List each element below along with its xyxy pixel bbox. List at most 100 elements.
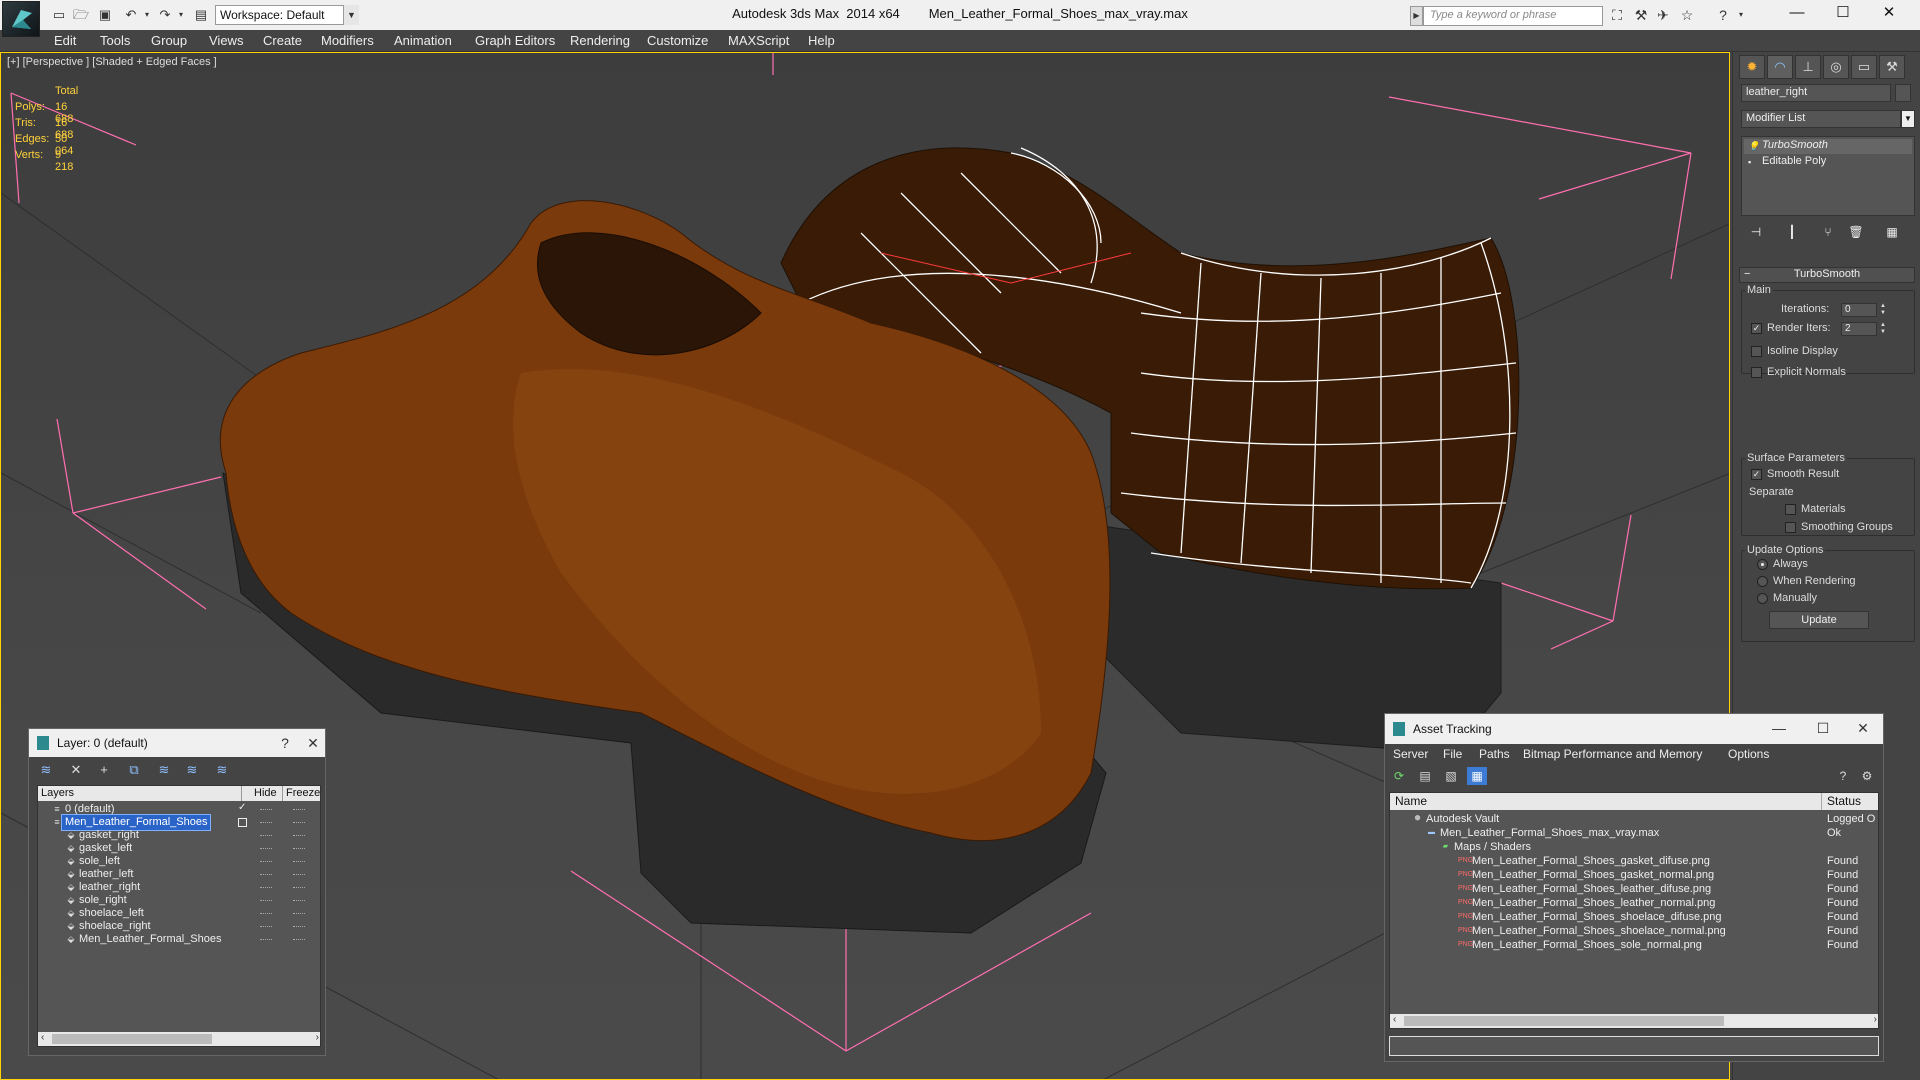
save-file-icon[interactable]: ▣ <box>96 6 114 24</box>
asset-row[interactable]: PNG Men_Leather_Formal_Shoes_leather_difu… <box>1390 882 1878 896</box>
freeze-toggle[interactable] <box>293 848 305 850</box>
hide-toggle[interactable] <box>260 861 272 863</box>
display-tab-icon[interactable]: ▭ <box>1851 55 1877 79</box>
asset-row[interactable]: PNG Men_Leather_Formal_Shoes_leather_norm… <box>1390 896 1878 910</box>
freeze-toggle[interactable] <box>293 835 305 837</box>
asset-row[interactable]: PNG Men_Leather_Formal_Shoes_shoelace_nor… <box>1390 924 1878 938</box>
column-name[interactable]: Name <box>1390 793 1822 810</box>
menu-animation[interactable]: Animation <box>394 33 452 48</box>
freeze-toggle[interactable] <box>293 809 305 811</box>
close-button[interactable]: ✕ <box>295 729 331 757</box>
make-unique-icon[interactable]: ⑂ <box>1817 222 1839 242</box>
settings-icon[interactable]: ⚙ <box>1857 767 1877 785</box>
binoculars-icon[interactable]: ⛶ <box>1608 6 1626 24</box>
search-expand-icon[interactable]: ▶ <box>1410 6 1423 26</box>
minimize-button[interactable]: — <box>1774 0 1820 28</box>
create-tab-icon[interactable]: ✹ <box>1739 55 1765 79</box>
communication-center-icon[interactable]: ✈ <box>1654 6 1672 24</box>
close-button[interactable]: ✕ <box>1866 0 1912 28</box>
table-view-icon[interactable]: ▦ <box>1467 767 1487 785</box>
hide-toggle[interactable] <box>260 822 272 824</box>
favorites-star-icon[interactable]: ☆ <box>1678 6 1696 24</box>
hide-toggle[interactable] <box>260 848 272 850</box>
hide-toggle[interactable] <box>260 809 272 811</box>
hide-toggle[interactable] <box>260 939 272 941</box>
show-end-result-icon[interactable]: ┃ <box>1781 222 1803 242</box>
freeze-toggle[interactable] <box>293 926 305 928</box>
remove-modifier-icon[interactable]: 🗑 <box>1845 222 1867 242</box>
chevron-down-icon[interactable]: ▼ <box>343 5 359 25</box>
utilities-tab-icon[interactable]: ⚒ <box>1879 55 1905 79</box>
render-iters-spinner[interactable]: 2 <box>1841 322 1877 336</box>
configure-sets-icon[interactable]: ▦ <box>1881 222 1903 242</box>
menu-server[interactable]: Server <box>1393 747 1428 761</box>
column-hide[interactable]: Hide <box>251 786 283 801</box>
asset-row[interactable]: ▬ Men_Leather_Formal_Shoes_max_vray.max Ok <box>1390 826 1878 840</box>
project-folder-icon[interactable]: ▤ <box>192 6 210 24</box>
freeze-toggle[interactable] <box>293 822 305 824</box>
menu-edit[interactable]: Edit <box>54 33 76 48</box>
asset-path-field[interactable] <box>1389 1036 1879 1056</box>
freeze-all-icon[interactable]: ≋ <box>211 761 233 779</box>
asset-row[interactable]: PNG Men_Leather_Formal_Shoes_shoelace_dif… <box>1390 910 1878 924</box>
open-file-icon[interactable]: 🗁 <box>72 6 90 24</box>
horizontal-scrollbar[interactable]: ‹ › <box>1390 1014 1878 1028</box>
chevron-down-icon[interactable]: ▼ <box>1901 110 1915 128</box>
motion-tab-icon[interactable]: ◎ <box>1823 55 1849 79</box>
scroll-left-icon[interactable]: ‹ <box>1393 1014 1396 1025</box>
hierarchy-tab-icon[interactable]: ⊥ <box>1795 55 1821 79</box>
freeze-toggle[interactable] <box>293 861 305 863</box>
select-objects-icon[interactable]: ⧉ <box>123 761 145 779</box>
undo-dropdown-icon[interactable]: ▾ <box>138 6 156 24</box>
hide-toggle[interactable] <box>260 835 272 837</box>
menu-maxscript[interactable]: MAXScript <box>728 33 789 48</box>
spinner-arrows-icon[interactable]: ▲ ▼ <box>1880 322 1888 336</box>
object-name-field[interactable]: leather_right <box>1741 84 1891 102</box>
delete-layer-icon[interactable]: ✕ <box>65 761 87 779</box>
freeze-toggle[interactable] <box>293 887 305 889</box>
render-iters-checkbox[interactable]: ✓ <box>1751 323 1762 334</box>
manually-radio[interactable] <box>1757 593 1768 604</box>
workspace-select[interactable]: Workspace: Default <box>215 5 359 25</box>
help-icon[interactable]: ? <box>1714 6 1732 24</box>
always-radio[interactable] <box>1757 559 1768 570</box>
menu-group[interactable]: Group <box>151 33 187 48</box>
minimize-button[interactable]: — <box>1761 714 1797 742</box>
horizontal-scrollbar[interactable]: ‹ › <box>38 1032 320 1046</box>
column-status[interactable]: Status <box>1822 793 1878 810</box>
explicit-normals-checkbox[interactable] <box>1751 367 1762 378</box>
hide-toggle[interactable] <box>260 887 272 889</box>
when-rendering-radio[interactable] <box>1757 576 1768 587</box>
menu-graph-editors[interactable]: Graph Editors <box>475 33 555 48</box>
scrollbar-thumb[interactable] <box>1404 1016 1724 1026</box>
expand-plus-icon[interactable]: ▪ <box>1748 157 1756 167</box>
isoline-display-checkbox[interactable] <box>1751 346 1762 357</box>
hide-toggle[interactable] <box>260 900 272 902</box>
viewport-label[interactable]: [+] [Perspective ] [Shaded + Edged Faces… <box>7 56 217 68</box>
collapse-icon[interactable]: − <box>1744 268 1750 280</box>
menu-views[interactable]: Views <box>209 33 243 48</box>
refresh-icon[interactable]: ⟳ <box>1389 767 1409 785</box>
help-icon[interactable]: ? <box>1833 767 1853 785</box>
pin-stack-icon[interactable]: ⊣ <box>1745 222 1767 242</box>
layer-row[interactable]: ⬙ Men_Leather_Formal_Shoes <box>38 932 320 948</box>
menu-rendering[interactable]: Rendering <box>570 33 630 48</box>
modifier-list-dropdown[interactable]: Modifier List <box>1741 110 1901 128</box>
app-logo-icon[interactable] <box>2 1 40 37</box>
hide-toggle[interactable] <box>260 874 272 876</box>
maximize-button[interactable]: ☐ <box>1805 714 1841 742</box>
hide-toggle[interactable] <box>260 926 272 928</box>
update-button[interactable]: Update <box>1769 611 1869 629</box>
spinner-arrows-icon[interactable]: ▲ ▼ <box>1880 303 1888 317</box>
menu-create[interactable]: Create <box>263 33 302 48</box>
menu-options[interactable]: Options <box>1728 747 1769 761</box>
thumbnail-view-icon[interactable]: ▧ <box>1441 767 1461 785</box>
scrollbar-thumb[interactable] <box>52 1034 212 1044</box>
asset-dialog-titlebar[interactable]: Asset Tracking — ☐ ✕ <box>1385 714 1883 744</box>
current-layer-check-icon[interactable]: ✓ <box>238 802 246 813</box>
redo-dropdown-icon[interactable]: ▾ <box>172 6 190 24</box>
scroll-right-icon[interactable]: › <box>1874 1014 1877 1025</box>
asset-row[interactable]: ▰ Maps / Shaders <box>1390 840 1878 854</box>
highlight-layer-icon[interactable]: ≋ <box>153 761 175 779</box>
maximize-button[interactable]: ☐ <box>1820 0 1866 28</box>
